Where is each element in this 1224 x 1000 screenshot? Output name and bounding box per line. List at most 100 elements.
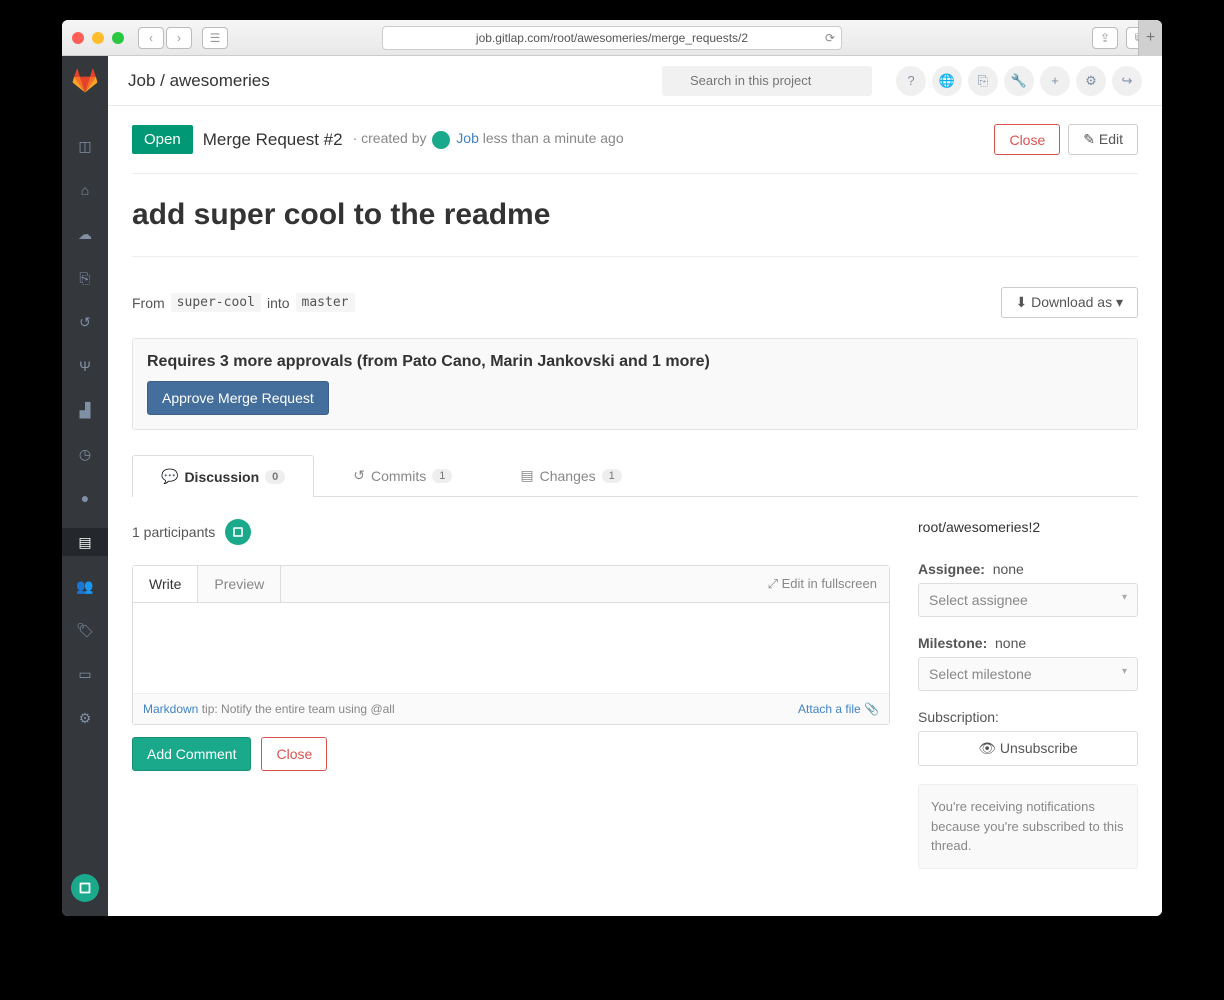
tab-count: 1 [602, 469, 622, 483]
sidebar-wiki-icon[interactable]: ▭ [62, 660, 108, 688]
tabs: 💬 Discussion 0 ↺ Commits 1 ▤ Changes 1 [132, 454, 1138, 497]
sidebar-branch-icon[interactable]: Ψ [62, 352, 108, 380]
approval-text: Requires 3 more approvals (from Pato Can… [147, 353, 1123, 371]
traffic-max[interactable] [112, 32, 124, 44]
sidebar-mr-icon[interactable]: ▤ [62, 528, 108, 556]
into-label: into [267, 295, 290, 311]
approve-button[interactable]: Approve Merge Request [147, 381, 329, 415]
download-button[interactable]: ⬇ Download as ▾ [1001, 287, 1138, 318]
author-link[interactable]: Job [456, 130, 479, 146]
reload-icon[interactable]: ⟳ [825, 31, 835, 45]
logout-icon[interactable]: ↪ [1112, 66, 1142, 96]
source-branch: super-cool [171, 293, 261, 312]
sidebar-settings-icon[interactable]: ⚙ [62, 704, 108, 732]
attach-link[interactable]: Attach a file [798, 702, 861, 716]
edit-label: Edit [1099, 131, 1123, 147]
url: job.gitlap.com/root/awesomeries/merge_re… [476, 31, 748, 45]
participant-avatar[interactable] [225, 519, 251, 545]
tab-discussion[interactable]: 💬 Discussion 0 [132, 455, 314, 497]
browser-window: ‹ › ☰ job.gitlap.com/root/awesomeries/me… [62, 20, 1162, 916]
unsubscribe-button[interactable]: 👁 Unsubscribe [918, 731, 1138, 766]
edit-button[interactable]: ✎ Edit [1068, 124, 1138, 155]
search-input[interactable] [662, 66, 872, 96]
sidebar-files-icon[interactable]: ⎘ [62, 264, 108, 292]
mr-reference: root/awesomeries!2 [918, 519, 1138, 535]
assignee-label: Assignee: [918, 561, 985, 577]
comment-editor: Write Preview ⤢ Edit in fullscreen Markd… [132, 565, 890, 725]
subscription-notice: You're receiving notifications because y… [918, 784, 1138, 869]
milestone-select[interactable]: Select milestone [918, 657, 1138, 691]
target-branch: master [296, 293, 355, 312]
sidebar-labels-icon[interactable]: 🏷 [62, 616, 108, 644]
new-tab-button[interactable]: + [1138, 20, 1162, 56]
assignee-select[interactable]: Select assignee [918, 583, 1138, 617]
sidebar-collapse-icon[interactable]: ◫ [62, 132, 108, 160]
close-button[interactable]: Close [994, 124, 1060, 155]
fullscreen-link[interactable]: ⤢ Edit in fullscreen [756, 576, 889, 592]
copy-icon[interactable]: ⎘ [968, 66, 998, 96]
participants-label: 1 participants [132, 524, 215, 540]
wrench-icon[interactable]: 🔧 [1004, 66, 1034, 96]
tab-commits[interactable]: ↺ Commits 1 [324, 454, 481, 496]
sidebar-graph-icon[interactable]: ▟ [62, 396, 108, 424]
app-sidebar: ◫ ⌂ ☁ ⎘ ↺ Ψ ▟ ◷ ● ▤ 👥 🏷 ▭ ⚙ [62, 56, 108, 916]
sidebar-members-icon[interactable]: 👥 [62, 572, 108, 600]
tab-label: Changes [540, 468, 596, 484]
mr-meta: · created by Job less than a minute ago [353, 130, 624, 148]
add-comment-button[interactable]: Add Comment [132, 737, 251, 771]
titlebar: ‹ › ☰ job.gitlap.com/root/awesomeries/me… [62, 20, 1162, 56]
sidebar-home-icon[interactable]: ⌂ [62, 176, 108, 204]
participants: 1 participants [132, 519, 890, 545]
comments-icon: 💬 [161, 468, 178, 485]
mr-number: Merge Request #2 [203, 130, 343, 150]
tab-count: 1 [432, 469, 452, 483]
tab-count: 0 [265, 470, 285, 484]
sidebar-history-icon[interactable]: ↺ [62, 308, 108, 336]
mr-header: Open Merge Request #2 · created by Job l… [132, 124, 1138, 174]
user-avatar[interactable] [71, 874, 99, 902]
milestone-value: none [995, 635, 1026, 651]
topbar: Job / awesomeries 🔍 ? 🌐 ⎘ 🔧 + ⚙ ↪ [108, 56, 1162, 106]
comment-textarea[interactable] [133, 603, 889, 693]
close-mr-button[interactable]: Close [261, 737, 327, 771]
breadcrumb[interactable]: Job / awesomeries [128, 71, 270, 91]
unsubscribe-label: Unsubscribe [1000, 740, 1078, 756]
gitlab-logo[interactable] [72, 68, 98, 94]
gear-icon[interactable]: ⚙ [1076, 66, 1106, 96]
created-by-prefix: · created by [353, 130, 427, 146]
markdown-tip: tip: Notify the entire team using @all [198, 702, 394, 716]
tab-label: Commits [371, 468, 426, 484]
nav-back[interactable]: ‹ [138, 27, 164, 49]
nav-tabs-icon[interactable]: ☰ [202, 27, 228, 49]
tab-preview[interactable]: Preview [198, 566, 281, 602]
fullscreen-label: Edit in fullscreen [782, 576, 877, 591]
globe-icon[interactable]: 🌐 [932, 66, 962, 96]
nav-fwd[interactable]: › [166, 27, 192, 49]
approval-box: Requires 3 more approvals (from Pato Can… [132, 338, 1138, 430]
plus-icon[interactable]: + [1040, 66, 1070, 96]
help-icon[interactable]: ? [896, 66, 926, 96]
tab-changes[interactable]: ▤ Changes 1 [491, 454, 650, 496]
assignee-value: none [993, 561, 1024, 577]
created-time: less than a minute ago [483, 130, 624, 146]
tab-write[interactable]: Write [133, 566, 198, 602]
sidebar-clock-icon[interactable]: ◷ [62, 440, 108, 468]
milestone-label: Milestone: [918, 635, 987, 651]
subscription-label: Subscription: [918, 709, 1138, 725]
traffic-min[interactable] [92, 32, 104, 44]
mr-title: add super cool to the readme [132, 198, 1138, 257]
status-badge: Open [132, 125, 193, 154]
sidebar-alert-icon[interactable]: ● [62, 484, 108, 512]
markdown-link[interactable]: Markdown [143, 702, 198, 716]
author-avatar [432, 131, 450, 149]
share-icon[interactable]: ⇪ [1092, 27, 1118, 49]
traffic-close[interactable] [72, 32, 84, 44]
from-label: From [132, 295, 165, 311]
address-bar[interactable]: job.gitlap.com/root/awesomeries/merge_re… [382, 26, 842, 50]
download-label: Download as [1031, 294, 1112, 310]
tab-label: Discussion [184, 469, 259, 485]
diff-icon: ▤ [520, 467, 533, 484]
history-icon: ↺ [353, 467, 365, 484]
branch-row: From super-cool into master ⬇ Download a… [132, 287, 1138, 318]
sidebar-dashboard-icon[interactable]: ☁ [62, 220, 108, 248]
